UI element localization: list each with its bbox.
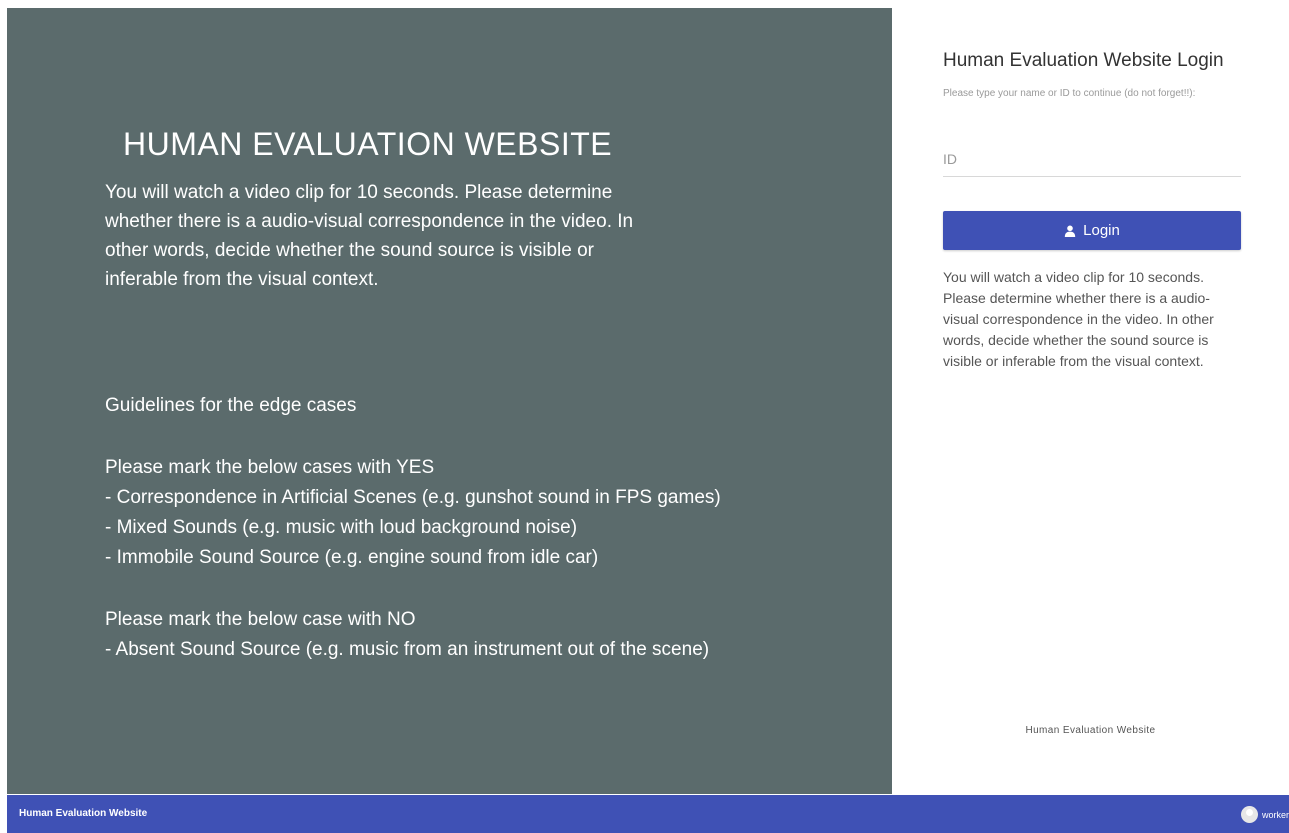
bottom-bar-title[interactable]: Human Evaluation Website [19,808,147,819]
hero-title: HUMAN EVALUATION WEBSITE [123,126,613,162]
login-panel: Human Evaluation Website Login Please ty… [892,8,1289,794]
page: HUMAN EVALUATION WEBSITE You will watch … [0,0,1289,833]
user-icon [1064,225,1076,237]
yes-item: - Immobile Sound Source (e.g. engine sou… [105,547,599,568]
yes-item: - Correspondence in Artificial Scenes (e… [105,487,721,508]
login-title: Human Evaluation Website Login [943,50,1224,71]
login-button[interactable]: Login [943,211,1241,250]
login-description: You will watch a video clip for 10 secon… [943,269,1214,369]
guidelines: Guidelines for the edge cases Please mar… [105,391,805,665]
intro-text: You will watch a video clip for 10 secon… [105,182,634,290]
guidelines-heading: Guidelines for the edge cases [105,395,357,416]
id-input[interactable] [943,142,1241,177]
user-menu[interactable]: worker [1241,806,1289,823]
login-footer: Human Evaluation Website [1025,725,1156,736]
login-button-label: Login [1083,222,1120,239]
no-heading: Please mark the below case with NO [105,609,416,630]
yes-heading: Please mark the below cases with YES [105,457,435,478]
user-label: worker [1262,809,1289,820]
login-subtitle: Please type your name or ID to continue … [943,88,1196,99]
intro-panel: HUMAN EVALUATION WEBSITE You will watch … [7,8,892,794]
bottom-bar: Human Evaluation Website worker [7,795,1289,833]
no-item: - Absent Sound Source (e.g. music from a… [105,639,710,660]
yes-item: - Mixed Sounds (e.g. music with loud bac… [105,517,578,538]
avatar-icon [1241,806,1258,823]
